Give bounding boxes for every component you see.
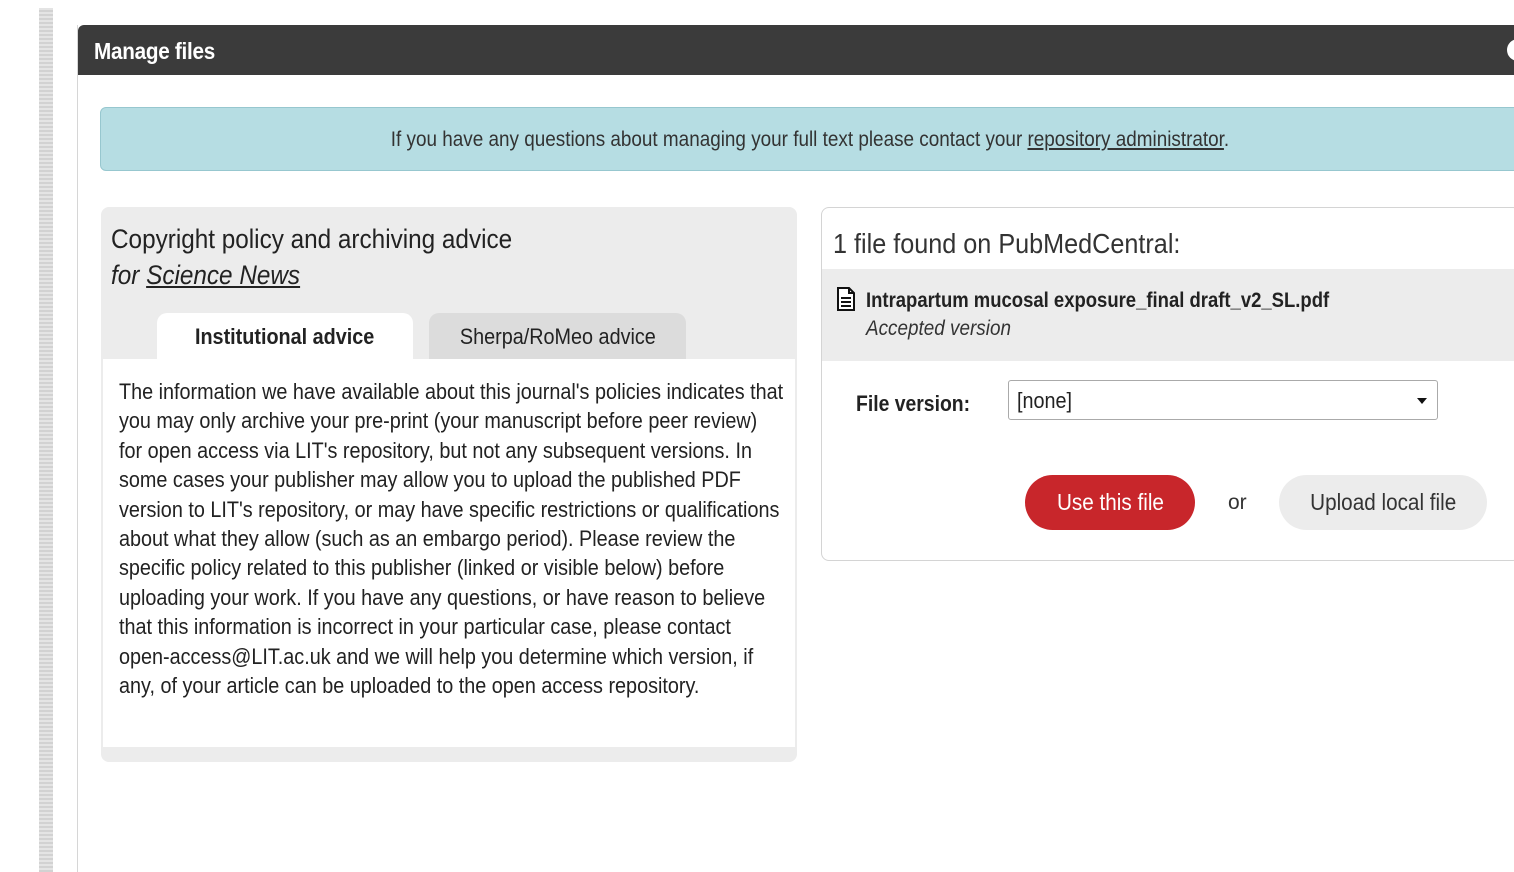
info-alert: If you have any questions about managing… — [100, 107, 1514, 171]
dialog-header: Manage files i — [78, 25, 1514, 75]
use-this-file-label: Use this file — [1056, 489, 1164, 515]
chevron-down-icon — [1417, 398, 1427, 404]
policy-subtitle-prefix: for — [111, 260, 147, 290]
alert-text: If you have any questions about managing… — [172, 128, 1448, 152]
document-icon — [837, 287, 855, 311]
file-list-item[interactable]: Intrapartum mucosal exposure_final draft… — [822, 269, 1514, 361]
copyright-policy-panel: Copyright policy and archiving advice fo… — [101, 207, 797, 762]
tab-institutional-advice[interactable]: Institutional advice — [157, 313, 413, 360]
policy-text: The information we have available about … — [119, 379, 784, 699]
tab-institutional-advice-label: Institutional advice — [195, 324, 375, 349]
tab-sherpa-romeo-advice[interactable]: Sherpa/RoMeo advice — [429, 313, 686, 360]
page-scroll-strip — [39, 8, 53, 872]
info-icon[interactable]: i — [1507, 39, 1514, 61]
file-version-label: File version: — [856, 391, 971, 416]
alert-text-after: . — [1223, 128, 1230, 151]
file-version-text: Accepted version — [866, 317, 1011, 340]
repository-administrator-link[interactable]: repository administrator — [1027, 128, 1223, 151]
tab-sherpa-romeo-advice-label: Sherpa/RoMeo advice — [459, 324, 656, 349]
dialog-title: Manage files — [94, 38, 216, 64]
pubmed-files-panel: 1 file found on PubMedCentral: Intrapart… — [821, 207, 1514, 561]
file-version-value: [none] — [1017, 388, 1073, 413]
file-version-select[interactable]: [none] — [1008, 380, 1438, 420]
or-separator: or — [1228, 491, 1247, 514]
journal-link[interactable]: Science News — [146, 260, 300, 290]
file-name: Intrapartum mucosal exposure_final draft… — [866, 289, 1330, 312]
policy-body: The information we have available about … — [103, 359, 795, 747]
upload-local-file-label: Upload local file — [1309, 489, 1457, 515]
policy-title: Copyright policy and archiving advice — [111, 224, 513, 254]
files-found-heading: 1 file found on PubMedCentral: — [833, 228, 1181, 259]
policy-subtitle: for Science News — [111, 260, 300, 291]
use-this-file-button[interactable]: Use this file — [1025, 475, 1195, 530]
upload-local-file-button[interactable]: Upload local file — [1279, 475, 1487, 530]
alert-text-before: If you have any questions about managing… — [390, 128, 1028, 151]
